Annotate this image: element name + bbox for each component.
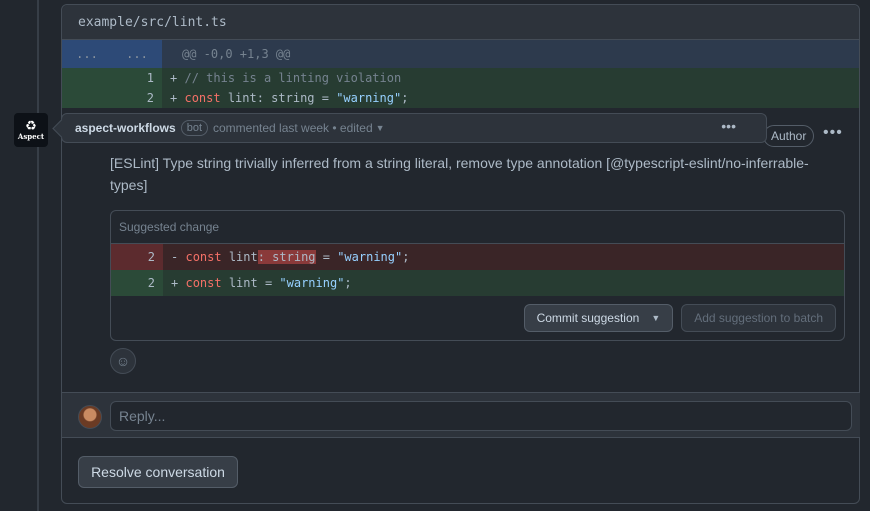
- line-code: + const lint: string = "warning";: [162, 91, 408, 105]
- comment-author[interactable]: aspect-workflows: [75, 121, 176, 135]
- hunk-header: @@ -0,0 +1,3 @@: [182, 47, 291, 61]
- commit-suggestion-button[interactable]: Commit suggestion ▼: [523, 304, 674, 332]
- file-header: example/src/lint.ts: [62, 5, 859, 40]
- diff-sign: +: [170, 91, 178, 105]
- comment-meta[interactable]: commented last week • edited: [213, 121, 373, 135]
- reply-input[interactable]: [110, 401, 852, 431]
- file-path[interactable]: example/src/lint.ts: [78, 15, 227, 30]
- suggested-change-box: Suggested change 2 - const lint: string …: [110, 210, 845, 341]
- hunk-expand-left[interactable]: ...: [62, 40, 112, 68]
- timeline-line: [37, 0, 39, 511]
- diff-sign: -: [171, 250, 179, 264]
- suggested-change-title: Suggested change: [111, 211, 844, 244]
- line-code: + // this is a linting violation: [162, 71, 401, 85]
- code-text: lint =: [221, 276, 280, 290]
- avatar-text: Aspect: [17, 132, 45, 141]
- add-reaction-icon[interactable]: ☺: [110, 348, 136, 374]
- code-string: "warning": [279, 276, 345, 290]
- code-keyword: const: [184, 91, 221, 105]
- comment-options-icon[interactable]: •••: [823, 124, 843, 142]
- new-line-number[interactable]: 1: [112, 68, 162, 88]
- aspect-logo-icon: ♻: [25, 118, 37, 133]
- commit-suggestion-label: Commit suggestion: [536, 311, 640, 325]
- diff-line: 2 + const lint: string = "warning";: [62, 88, 859, 108]
- line-code: - const lint: string = "warning";: [163, 250, 409, 264]
- suggestion-deleted-line: 2 - const lint: string = "warning";: [111, 244, 844, 270]
- hunk-row: ... ... @@ -0,0 +1,3 @@: [62, 40, 859, 68]
- chevron-down-icon: ▼: [651, 313, 661, 323]
- comment-header: aspect-workflows bot commented last week…: [52, 113, 767, 143]
- line-number: 2: [111, 270, 163, 296]
- hover-card-arrow: [52, 119, 71, 138]
- line-code: + const lint = "warning";: [163, 276, 352, 290]
- suggestion-added-line: 2 + const lint = "warning";: [111, 270, 844, 296]
- diff-sign: +: [171, 276, 179, 290]
- code-text: =: [315, 250, 338, 264]
- code-keyword: const: [185, 276, 222, 290]
- code-end: ;: [401, 91, 409, 105]
- add-suggestion-to-batch-button[interactable]: Add suggestion to batch: [681, 304, 836, 332]
- code-comment: // this is a linting violation: [184, 71, 402, 85]
- code-string: "warning": [336, 91, 402, 105]
- current-user-avatar: [78, 405, 102, 429]
- removed-highlight: : string: [257, 250, 316, 264]
- edited-dropdown-icon[interactable]: ▼: [376, 123, 385, 133]
- diff-sign: +: [170, 71, 178, 85]
- resolve-conversation-button[interactable]: Resolve conversation: [78, 456, 238, 488]
- code-string: "warning": [337, 250, 403, 264]
- bot-avatar[interactable]: ♻ Aspect: [14, 113, 48, 147]
- code-end: ;: [344, 276, 352, 290]
- comment-body: [ESLint] Type string trivially inferred …: [110, 155, 809, 193]
- hunk-expand-right[interactable]: ...: [112, 40, 162, 68]
- old-line-number: [62, 88, 112, 108]
- suggestion-actions: Commit suggestion ▼ Add suggestion to ba…: [523, 304, 836, 332]
- code-end: ;: [402, 250, 410, 264]
- diff-line: 1 + // this is a linting violation: [62, 68, 859, 88]
- code-text: lint: string =: [220, 91, 337, 105]
- old-line-number: [62, 68, 112, 88]
- bot-badge: bot: [180, 120, 208, 136]
- more-options-icon[interactable]: •••: [721, 118, 736, 134]
- new-line-number[interactable]: 2: [112, 88, 162, 108]
- line-number: 2: [111, 244, 163, 270]
- code-text: lint: [221, 250, 258, 264]
- code-keyword: const: [185, 250, 222, 264]
- author-badge: Author: [763, 125, 815, 147]
